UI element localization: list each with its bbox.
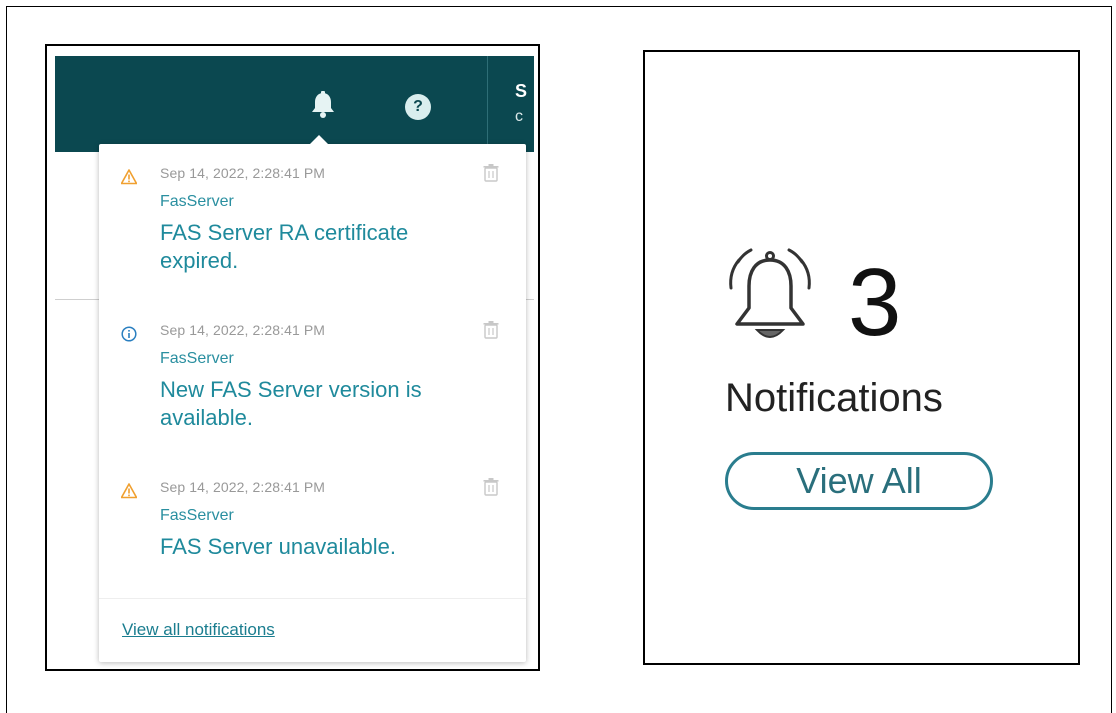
header-text-line2: c xyxy=(515,108,523,125)
trash-icon[interactable] xyxy=(483,321,499,339)
notification-count: 3 xyxy=(848,249,902,356)
header-user-text: S c xyxy=(515,78,535,130)
info-circle-icon xyxy=(121,326,137,342)
notification-dropdown-panel: ? S c Sep 14, 2022, 2:28:41 PM FasServer… xyxy=(45,44,540,671)
view-all-notifications-link[interactable]: View all notifications xyxy=(122,620,275,640)
app-header-bar: ? S c xyxy=(55,56,534,152)
notification-summary-panel: 3 Notifications View All xyxy=(643,50,1080,665)
trash-icon[interactable] xyxy=(483,164,499,182)
notification-timestamp: Sep 14, 2022, 2:28:41 PM xyxy=(160,165,326,181)
notification-message: New FAS Server version is available. xyxy=(160,377,422,430)
notification-item[interactable]: Sep 14, 2022, 2:28:41 PM FasServer FAS S… xyxy=(99,458,526,608)
notification-source: FasServer xyxy=(160,507,234,524)
notifications-label: Notifications xyxy=(725,376,943,420)
header-divider xyxy=(487,56,488,152)
notifications-bell-button[interactable] xyxy=(309,90,337,120)
view-all-button[interactable]: View All xyxy=(725,452,993,510)
notification-source: FasServer xyxy=(160,193,234,210)
notification-timestamp: Sep 14, 2022, 2:28:41 PM xyxy=(160,479,326,495)
notification-timestamp: Sep 14, 2022, 2:28:41 PM xyxy=(160,322,326,338)
notification-source: FasServer xyxy=(160,350,234,367)
ringing-bell-icon xyxy=(729,248,811,338)
help-button[interactable]: ? xyxy=(405,94,431,120)
bell-icon xyxy=(312,91,334,118)
notification-message: FAS Server unavailable. xyxy=(160,534,397,559)
notifications-dropdown: Sep 14, 2022, 2:28:41 PM FasServer FAS S… xyxy=(99,135,526,662)
warning-triangle-icon xyxy=(121,483,137,499)
notification-message: FAS Server RA certificate expired. xyxy=(160,220,409,273)
notification-item[interactable]: Sep 14, 2022, 2:28:41 PM FasServer New F… xyxy=(99,301,526,451)
notification-item[interactable]: Sep 14, 2022, 2:28:41 PM FasServer FAS S… xyxy=(99,144,526,294)
help-circle-icon: ? xyxy=(413,98,423,115)
dropdown-footer-divider xyxy=(99,598,526,599)
trash-icon[interactable] xyxy=(483,478,499,496)
header-text-line1: S xyxy=(515,81,528,101)
warning-triangle-icon xyxy=(121,169,137,185)
